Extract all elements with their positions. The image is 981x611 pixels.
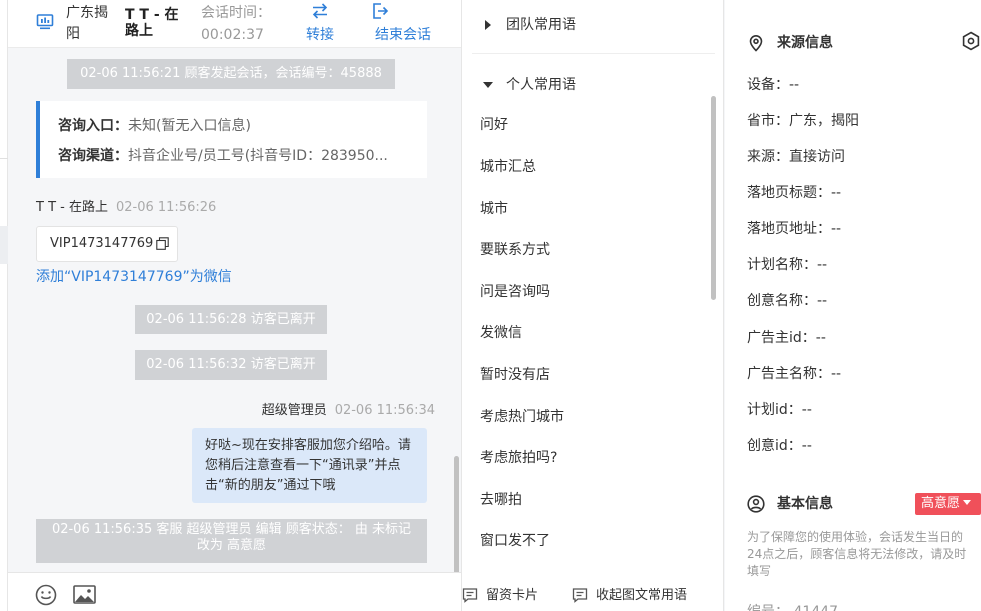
message-collapse-icon [572, 588, 588, 603]
visitor-message-meta: T T - 在路上 02-06 11:56:26 [36, 199, 216, 217]
phrase-item[interactable]: 城市汇总 [480, 146, 700, 188]
source-field: 计划名称：-- [747, 257, 828, 273]
session-time-label: 会话时间： [201, 5, 271, 21]
end-session-button[interactable]: 结束会话 [368, 0, 438, 46]
emoji-icon[interactable] [35, 584, 57, 606]
system-message: 02-06 11:56:35 客服 超级管理员 编辑 顾客状态： 由 未标记 改… [36, 519, 427, 563]
basic-info-label: 基本信息 [777, 496, 833, 512]
lead-card-button[interactable]: 留资卡片 [462, 587, 538, 605]
phrase-item[interactable]: 去哪拍 [480, 479, 700, 521]
caret-right-icon [485, 20, 491, 30]
image-icon[interactable] [73, 585, 96, 604]
consult-entry-value: 未知(暂无入口信息) [128, 118, 251, 134]
agent-message-time: 02-06 11:56:34 [334, 403, 435, 418]
message-card-icon [462, 588, 478, 603]
intent-status-dropdown[interactable]: 高意愿 [915, 493, 981, 515]
consult-info-card: 咨询入口：未知(暂无入口信息) 咨询渠道：抖音企业号/员工号(抖音号ID：283… [36, 101, 427, 178]
source-info-title: 来源信息 [747, 32, 833, 54]
phrase-item[interactable]: 要联系方式 [480, 229, 700, 271]
collapse-phrases-label: 收起图文常用语 [596, 588, 688, 603]
source-field: 计划id：-- [747, 402, 812, 418]
visitor-location: 广东揭阳 [66, 5, 108, 42]
customer-info-panel: 来源信息 设备：-- 省市：广东，揭阳 来源：直接访问 落地页标题：-- 落地页… [725, 0, 981, 611]
visitor-message-time: 02-06 11:56:26 [115, 200, 217, 215]
source-field: 设备：-- [747, 77, 800, 93]
basic-info-title: 基本信息 [747, 493, 833, 515]
phrase-scrollbar[interactable] [711, 96, 716, 300]
location-pin-icon [749, 35, 763, 52]
chat-toolbar [8, 572, 461, 611]
add-wechat-link[interactable]: 添加“VIP1473147769”为微信 [36, 267, 232, 287]
transfer-button[interactable]: 转接 [300, 0, 340, 46]
chat-panel: 广东揭阳 T T - 在路上 会话时间： 00:02:37 转接 结束会话 02… [8, 0, 461, 611]
transfer-icon [312, 3, 328, 19]
phrase-item[interactable]: 考虑热门城市 [480, 396, 700, 438]
chat-messages[interactable]: 02-06 11:56:21 顾客发起会话，会话编号：45888 咨询入口：未知… [8, 48, 461, 611]
team-phrases-label: 团队常用语 [506, 17, 576, 33]
session-time: 00:02:37 [201, 27, 264, 43]
left-strip-selected [0, 226, 8, 264]
left-strip-divider [0, 158, 8, 159]
collapse-phrases-button[interactable]: 收起图文常用语 [572, 587, 687, 605]
intent-status-value: 高意愿 [921, 496, 961, 511]
agent-message-sender: 超级管理员 [261, 403, 327, 418]
source-field: 广告主id：-- [747, 330, 826, 346]
phrase-item[interactable]: 窗口发不了 [480, 520, 700, 562]
phrases-panel: 团队常用语 个人常用语 问好 城市汇总 城市 要联系方式 问是咨询吗 发微信 暂… [461, 0, 724, 611]
source-field: 落地页地址：-- [747, 221, 842, 237]
caret-down-icon [483, 82, 493, 88]
phrase-item[interactable]: 城市 [480, 188, 700, 230]
phrase-item[interactable]: 暂时没有店 [480, 354, 700, 396]
phrases-footer: 留资卡片 收起图文常用语 [462, 578, 723, 611]
source-field: 创意名称：-- [747, 293, 828, 309]
agent-message-bubble: 好哒~现在安排客服加您介绍哈。请您稍后注意查看一下“通讯录”并点击“新的朋友”通… [192, 428, 427, 503]
phrase-item[interactable]: 问是咨询吗 [480, 271, 700, 313]
consult-channel-value: 抖音企业号/员工号(抖音号ID：283950... [128, 148, 388, 164]
vip-number: VIP1473147769 [50, 236, 154, 251]
agent-message-meta: 超级管理员 02-06 11:56:34 [262, 402, 435, 420]
left-strip [0, 0, 8, 611]
customer-id-field: 编号： 41447 [747, 602, 838, 611]
monitor-icon [36, 14, 54, 30]
source-field: 广告主名称：-- [747, 366, 842, 382]
system-message: 02-06 11:56:32 访客已离开 [135, 350, 327, 380]
source-field: 创意id：-- [747, 438, 812, 454]
system-message: 02-06 11:56:28 访客已离开 [135, 305, 327, 334]
consult-entry-label: 咨询入口： [58, 118, 128, 134]
user-icon [747, 495, 765, 513]
end-session-label: 结束会话 [375, 27, 431, 43]
phrase-item[interactable]: 发微信 [480, 312, 700, 354]
visitor-message-bubble: VIP1473147769 [36, 226, 178, 262]
transfer-label: 转接 [306, 27, 334, 43]
phrase-item[interactable]: 问好 [480, 104, 700, 146]
consult-entry-row: 咨询入口：未知(暂无入口信息) [58, 115, 418, 137]
exit-icon [373, 3, 389, 19]
source-field: 来源：直接访问 [747, 149, 845, 165]
consult-channel-row: 咨询渠道：抖音企业号/员工号(抖音号ID：283950... [58, 145, 418, 167]
personal-phrases-group[interactable]: 个人常用语 [482, 74, 576, 96]
visitor-message-sender: T T - 在路上 [36, 200, 108, 215]
visitor-name: T T - 在路上 [125, 7, 179, 39]
personal-phrases-label: 个人常用语 [506, 77, 576, 93]
settings-hexagon-icon[interactable] [961, 31, 981, 51]
system-message: 02-06 11:56:21 顾客发起会话，会话编号：45888 [67, 59, 395, 89]
consult-channel-label: 咨询渠道： [58, 148, 128, 164]
phrase-item[interactable]: 考虑旅拍吗? [480, 437, 700, 479]
basic-info-note: 为了保障您的使用体验，会话发生当日的24点之后，顾客信息将无法修改，请及时填写 [747, 530, 967, 578]
copy-icon[interactable] [156, 237, 169, 250]
caret-down-icon [963, 500, 972, 505]
source-field: 省市：广东，揭阳 [747, 113, 859, 129]
lead-card-label: 留资卡片 [486, 588, 539, 603]
source-field: 落地页标题：-- [747, 185, 842, 201]
source-info-label: 来源信息 [777, 35, 833, 51]
team-phrases-group[interactable]: 团队常用语 [482, 14, 576, 36]
divider [472, 53, 715, 54]
chat-header: 广东揭阳 T T - 在路上 会话时间： 00:02:37 转接 结束会话 [8, 0, 461, 48]
